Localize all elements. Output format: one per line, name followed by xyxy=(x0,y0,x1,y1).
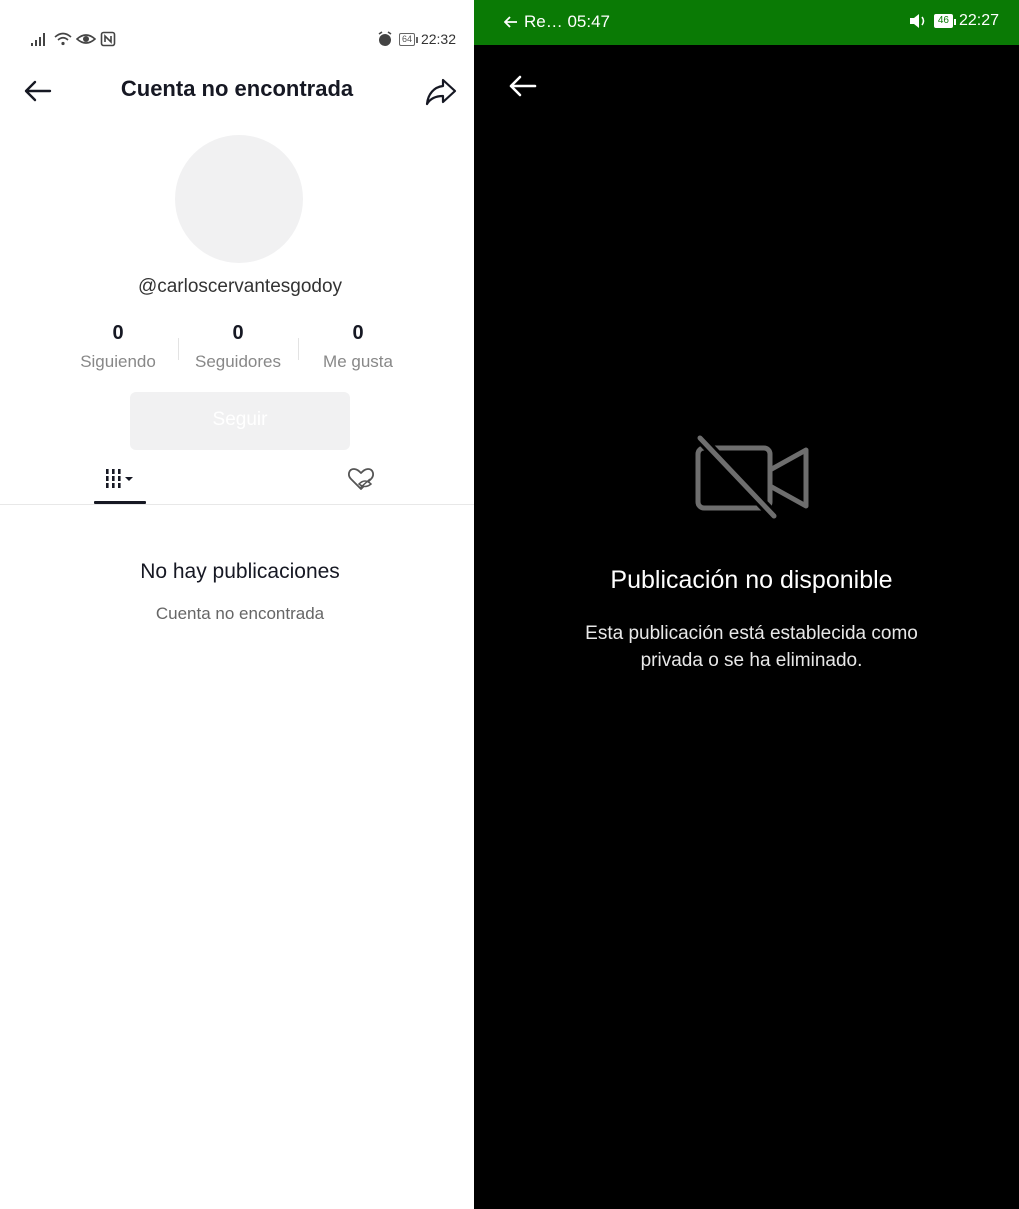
alarm-icon xyxy=(378,31,392,46)
unavailable-title: Publicación no disponible xyxy=(610,566,893,594)
battery-indicator: 64 xyxy=(398,32,418,46)
unavailable-description: Esta publicación está establecida como p… xyxy=(474,620,1019,674)
eye-icon xyxy=(76,34,96,44)
hidden-likes-icon[interactable] xyxy=(346,464,376,494)
status-time-2: 22:27 xyxy=(958,12,999,29)
profile-tabs xyxy=(0,458,474,505)
status-bar-call[interactable]: Re… 05:47 46 22:27 xyxy=(474,0,1019,45)
active-tab-indicator xyxy=(94,501,146,504)
status-icons-right-2: 46 22:27 xyxy=(908,12,999,30)
video-off-icon xyxy=(695,434,809,520)
stat-followers-label: Seguidores xyxy=(194,352,281,371)
wifi-icon xyxy=(54,32,72,46)
unavailable-description-line2: privada o se ha eliminado. xyxy=(640,650,863,671)
status-icons-right: 64 22:32 xyxy=(377,28,456,50)
signal-icon xyxy=(31,33,45,46)
unavailable-description-line1: Esta publicación está establecida como xyxy=(585,623,918,644)
post-unavailable-screen: Re… 05:47 46 22:27 Publicación no dispon… xyxy=(474,0,1019,1209)
stat-followers[interactable]: 0 Seguidores xyxy=(178,322,298,372)
tab-videos[interactable] xyxy=(94,466,146,504)
stat-following-label: Siguiendo xyxy=(80,352,156,371)
share-icon[interactable] xyxy=(424,74,458,108)
nfc-icon xyxy=(100,31,116,47)
status-icons-left xyxy=(30,28,116,50)
empty-state-title: No hay publicaciones xyxy=(140,560,340,583)
top-bar: Cuenta no encontrada xyxy=(0,66,474,114)
back-arrow-icon[interactable] xyxy=(504,68,540,104)
volume-icon xyxy=(909,14,925,28)
empty-state-subtitle: Cuenta no encontrada xyxy=(155,604,325,623)
profile-username: @carloscervantesgodoy xyxy=(137,276,343,297)
stat-following[interactable]: 0 Siguiendo xyxy=(58,322,178,372)
stat-likes-label: Me gusta xyxy=(323,352,393,371)
avatar xyxy=(175,135,303,263)
back-small-icon xyxy=(504,16,517,28)
stat-likes-value: 0 xyxy=(352,322,364,344)
stat-followers-value: 0 xyxy=(232,322,244,344)
stat-likes[interactable]: 0 Me gusta xyxy=(298,322,418,372)
follow-button[interactable]: Seguir xyxy=(130,392,350,450)
grid-icon xyxy=(106,469,133,488)
profile-stats: 0 Siguiendo 0 Seguidores 0 Me gusta xyxy=(58,322,418,372)
return-to-call[interactable]: Re… 05:47 xyxy=(504,12,610,32)
call-label: Re… 05:47 xyxy=(524,12,610,31)
profile-screen: 64 22:32 Cuenta no encontrada @carloscer… xyxy=(0,0,474,1209)
page-title: Cuenta no encontrada xyxy=(120,76,354,101)
stat-following-value: 0 xyxy=(112,322,124,344)
battery-indicator-2: 46 xyxy=(933,14,957,28)
status-time: 22:32 xyxy=(420,31,456,47)
